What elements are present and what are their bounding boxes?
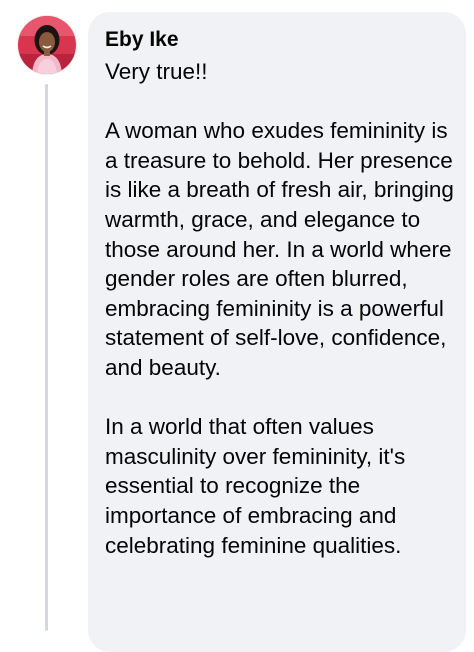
comment-author-name[interactable]: Eby Ike — [105, 26, 454, 54]
author-avatar[interactable] — [18, 16, 76, 74]
comment-paragraph: Very true!! — [105, 59, 208, 84]
comment-text: Very true!! A woman who exudes femininit… — [105, 57, 454, 560]
comment-paragraph: In a world that often values masculinity… — [105, 414, 406, 558]
comment-paragraph: A woman who exudes femininity is a treas… — [105, 118, 454, 380]
reply-thread-line — [45, 84, 48, 631]
profile-photo-avatar-icon — [18, 16, 76, 74]
comment-bubble: Eby Ike Very true!! A woman who exudes f… — [88, 12, 466, 652]
